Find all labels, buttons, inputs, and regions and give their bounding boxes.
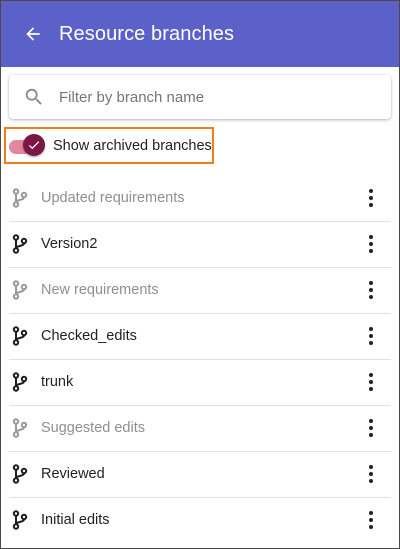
more-vertical-icon — [368, 418, 374, 438]
more-vertical-icon — [368, 464, 374, 484]
more-vertical-icon — [368, 234, 374, 254]
branch-icon — [12, 188, 28, 208]
show-archived-toggle[interactable] — [9, 133, 47, 158]
branch-icon — [12, 464, 28, 484]
branch-row[interactable]: trunk — [1, 359, 399, 405]
more-vertical-icon — [368, 510, 374, 530]
arrow-back-icon — [26, 27, 40, 41]
app-header: Resource branches — [1, 1, 399, 67]
more-vertical-icon — [368, 326, 374, 346]
more-options-button[interactable] — [359, 230, 383, 258]
branch-name: Version2 — [41, 236, 98, 252]
more-vertical-icon — [368, 372, 374, 392]
branch-icon — [12, 418, 28, 438]
branch-row[interactable]: Reviewed — [1, 451, 399, 497]
check-icon — [28, 140, 40, 149]
search-box — [9, 75, 391, 119]
branch-name: Reviewed — [41, 466, 105, 482]
branch-icon — [12, 234, 28, 254]
more-vertical-icon — [368, 280, 374, 300]
resource-branches-panel: Resource branches Show archived branches… — [0, 0, 400, 549]
branch-row[interactable]: Suggested edits — [1, 405, 399, 451]
branch-name: New requirements — [41, 282, 159, 298]
branch-name: Initial edits — [41, 512, 110, 528]
branch-row[interactable]: Checked_edits — [1, 313, 399, 359]
branch-row[interactable]: Initial edits — [1, 497, 399, 543]
more-options-button[interactable] — [359, 276, 383, 304]
page-title: Resource branches — [59, 22, 235, 45]
back-button[interactable] — [22, 23, 44, 45]
show-archived-container: Show archived branches — [4, 127, 214, 164]
search-icon — [23, 86, 45, 108]
branch-icon — [12, 280, 28, 300]
more-options-button[interactable] — [359, 506, 383, 534]
branch-name: Updated requirements — [41, 190, 185, 206]
branch-name: trunk — [41, 374, 74, 390]
branch-icon — [12, 326, 28, 346]
more-options-button[interactable] — [359, 414, 383, 442]
branch-list: Updated requirements Version2 New requir… — [1, 175, 399, 543]
toggle-knob — [23, 133, 45, 156]
branch-row[interactable]: Updated requirements — [1, 175, 399, 221]
more-options-button[interactable] — [359, 184, 383, 212]
branch-icon — [12, 372, 28, 392]
branch-name: Suggested edits — [41, 420, 145, 436]
more-options-button[interactable] — [359, 368, 383, 396]
more-vertical-icon — [368, 188, 374, 208]
show-archived-label[interactable]: Show archived branches — [53, 138, 212, 154]
branch-row[interactable]: New requirements — [1, 267, 399, 313]
more-options-button[interactable] — [359, 322, 383, 350]
branch-row[interactable]: Version2 — [1, 221, 399, 267]
branch-name: Checked_edits — [41, 328, 137, 344]
branch-icon — [12, 510, 28, 530]
more-options-button[interactable] — [359, 460, 383, 488]
branch-filter-input[interactable] — [57, 87, 361, 107]
